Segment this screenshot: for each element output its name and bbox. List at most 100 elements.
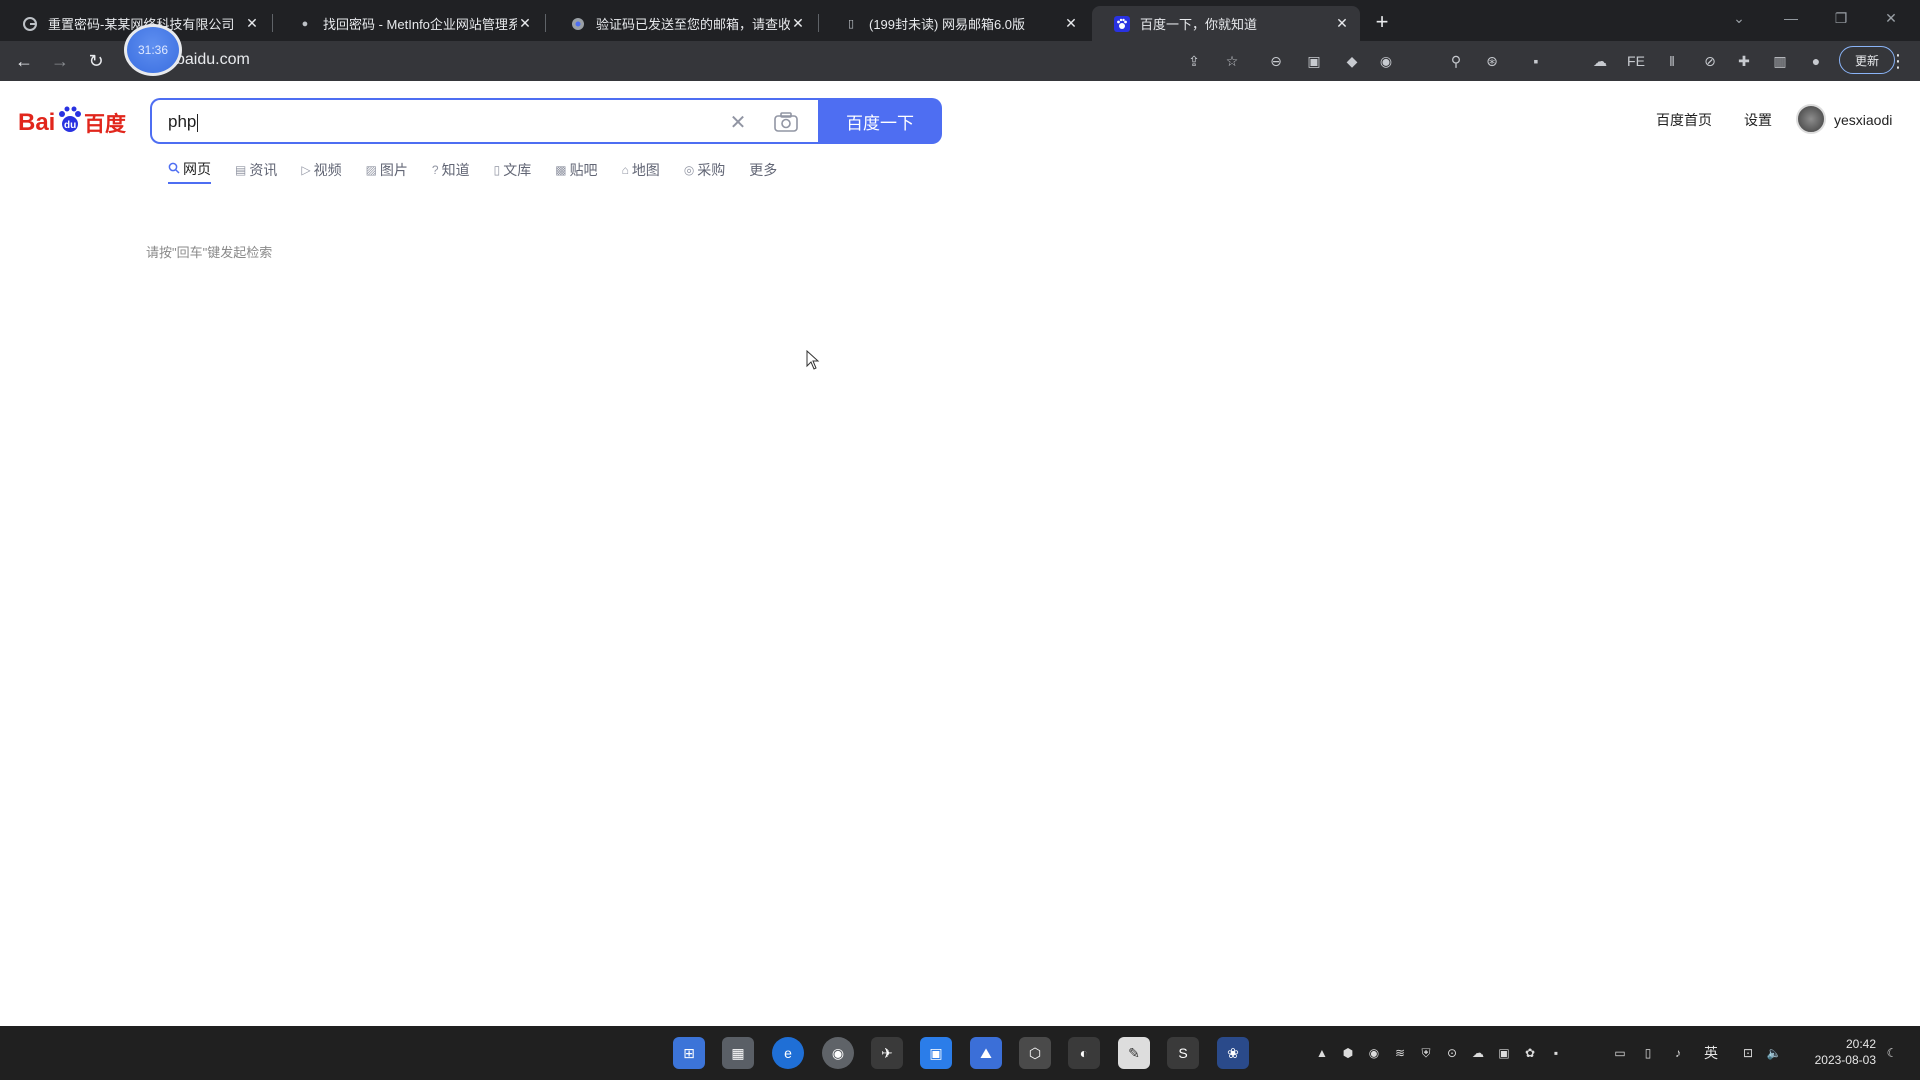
- ime-indicator[interactable]: 英: [1704, 1043, 1718, 1063]
- profile-icon[interactable]: ●: [1804, 49, 1828, 73]
- baidu-home-link[interactable]: 百度首页: [1656, 110, 1712, 130]
- close-tab-icon[interactable]: ✕: [790, 15, 806, 32]
- app-photos-icon[interactable]: ⛰: [970, 1037, 1002, 1069]
- back-button[interactable]: ←: [10, 47, 38, 75]
- chrome-browser-icon[interactable]: ◉: [822, 1037, 854, 1069]
- tray-blue-icon[interactable]: ▪: [1546, 1043, 1566, 1063]
- extension-link-icon[interactable]: ⊘: [1698, 49, 1722, 73]
- tab-tieba[interactable]: ▩ 贴吧: [555, 156, 597, 184]
- extension-globe-icon[interactable]: ⊛: [1480, 49, 1504, 73]
- notification-moon-icon[interactable]: ☾: [1882, 1043, 1902, 1063]
- browser-toolbar: ← → ↻ baidu.com ⇪ ☆ ⊖ ▣ ◆ ◉ ⚲ ⊛ ▪ ☁ FE ‖…: [0, 41, 1920, 81]
- tab-search-icon[interactable]: ⌄: [1716, 0, 1762, 36]
- extension-fe-icon[interactable]: FE: [1624, 49, 1648, 73]
- app-bird-icon[interactable]: ✈: [871, 1037, 903, 1069]
- tray-wechat-icon[interactable]: ✿: [1520, 1043, 1540, 1063]
- extensions-puzzle-icon[interactable]: ✚: [1732, 49, 1756, 73]
- tray-network-icon[interactable]: ≋: [1390, 1043, 1410, 1063]
- extension-location-icon[interactable]: ⚲: [1444, 49, 1468, 73]
- close-tab-icon[interactable]: ✕: [1334, 15, 1350, 32]
- video-icon: ▷: [301, 163, 311, 177]
- tray-usb-icon[interactable]: ▯: [1638, 1043, 1658, 1063]
- search-button[interactable]: 百度一下: [818, 98, 942, 144]
- extension-panda-icon[interactable]: ◉: [1374, 49, 1398, 73]
- app-sublime-icon[interactable]: S: [1167, 1037, 1199, 1069]
- tab-web[interactable]: 网页: [168, 156, 211, 184]
- app-browser-icon[interactable]: ❀: [1217, 1037, 1249, 1069]
- tab-label: 文库: [503, 162, 532, 178]
- system-clock[interactable]: 20:42 2023-08-03: [1792, 1036, 1876, 1068]
- minimize-button[interactable]: —: [1768, 0, 1814, 36]
- tray-cloud-icon[interactable]: ☁: [1468, 1043, 1488, 1063]
- tab-verification-code[interactable]: 验证码已发送至您的邮箱，请查收 ✕: [548, 6, 816, 41]
- network-icon[interactable]: ⊡: [1738, 1043, 1758, 1063]
- tab-purchase[interactable]: ◎ 采购: [684, 156, 725, 184]
- file-explorer-icon[interactable]: ▦: [722, 1037, 754, 1069]
- tieba-icon: ▩: [555, 163, 567, 177]
- tab-title: 找回密码 - MetInfo企业网站管理系统: [323, 17, 517, 32]
- app-notepad-icon[interactable]: ✎: [1118, 1037, 1150, 1069]
- reload-button[interactable]: ↻: [82, 47, 110, 75]
- svg-text:百度: 百度: [84, 112, 126, 136]
- tray-display-icon[interactable]: ▭: [1610, 1043, 1630, 1063]
- tray-capture-icon[interactable]: ⊙: [1442, 1043, 1462, 1063]
- recording-timer-badge: 31:36: [124, 24, 182, 76]
- side-panel-icon[interactable]: ▥: [1768, 49, 1792, 73]
- camera-icon[interactable]: [772, 110, 800, 134]
- tab-map[interactable]: ⌂ 地图: [622, 156, 660, 184]
- baidu-logo[interactable]: Bai du 百度: [18, 102, 134, 138]
- extension-translate-icon[interactable]: ◆: [1340, 49, 1364, 73]
- username[interactable]: yesxiaodi: [1834, 112, 1892, 128]
- tab-baidu[interactable]: 百度一下，你就知道 ✕: [1092, 6, 1360, 41]
- tray-phpstorm-icon[interactable]: ▣: [1494, 1043, 1514, 1063]
- edge-browser-icon[interactable]: e: [772, 1037, 804, 1069]
- app-phpstorm-icon[interactable]: ▣: [920, 1037, 952, 1069]
- tray-chrome-icon[interactable]: ◉: [1364, 1043, 1384, 1063]
- new-tab-button[interactable]: +: [1368, 8, 1396, 36]
- tray-shield-icon[interactable]: ⬢: [1338, 1043, 1358, 1063]
- tab-metinfo[interactable]: ● 找回密码 - MetInfo企业网站管理系统 ✕: [275, 6, 543, 41]
- image-icon: ▨: [365, 163, 377, 177]
- extension-dev-icon[interactable]: ☁: [1588, 49, 1612, 73]
- tab-label: 地图: [631, 162, 660, 178]
- tab-divider: [818, 14, 819, 32]
- app-settings-icon[interactable]: ⬡: [1019, 1037, 1051, 1069]
- map-icon: ⌂: [621, 163, 629, 177]
- restore-button[interactable]: ❐: [1818, 0, 1864, 36]
- start-menu-icon[interactable]: ⊞: [673, 1037, 705, 1069]
- tab-label: 贴吧: [569, 162, 598, 178]
- search-input[interactable]: php ✕: [150, 98, 818, 144]
- extension-qr-icon[interactable]: ▣: [1302, 49, 1326, 73]
- tray-app-icon[interactable]: ▲: [1312, 1043, 1332, 1063]
- tab-images[interactable]: ▨ 图片: [366, 156, 408, 184]
- close-tab-icon[interactable]: ✕: [517, 15, 533, 32]
- tab-more[interactable]: 更多: [749, 156, 777, 184]
- extension-block-icon[interactable]: ⊖: [1264, 49, 1288, 73]
- tab-news[interactable]: ▤ 资讯: [235, 156, 277, 184]
- share-icon[interactable]: ⇪: [1182, 49, 1206, 73]
- tray-security-icon[interactable]: ⛨: [1416, 1043, 1436, 1063]
- settings-link[interactable]: 设置: [1744, 110, 1772, 130]
- app-navicat-icon[interactable]: ◐: [1068, 1037, 1100, 1069]
- search-category-tabs: 网页 ▤ 资讯 ▷ 视频 ▨ 图片 ? 知道 ▯ 文库 ▩ 贴吧 ⌂ 地图 ◎ 采购 更多: [168, 156, 801, 186]
- clear-icon[interactable]: ✕: [726, 110, 750, 134]
- forward-button[interactable]: →: [46, 47, 74, 75]
- close-window-button[interactable]: ✕: [1868, 0, 1914, 36]
- tab-video[interactable]: ▷ 视频: [301, 156, 341, 184]
- search-query-text: php: [168, 112, 197, 131]
- close-tab-icon[interactable]: ✕: [1063, 15, 1079, 32]
- bookmark-star-icon[interactable]: ☆: [1220, 49, 1244, 73]
- extension-bars-icon[interactable]: ‖: [1660, 49, 1684, 73]
- menu-kebab-icon[interactable]: ⋮: [1886, 49, 1910, 73]
- avatar[interactable]: [1796, 104, 1826, 134]
- volume-icon[interactable]: 🔈: [1764, 1043, 1784, 1063]
- tab-netease-mail[interactable]: ▯ (199封未读) 网易邮箱6.0版 ✕: [821, 6, 1089, 41]
- extension-badge-icon[interactable]: ▪: [1524, 49, 1548, 73]
- address-bar[interactable]: baidu.com: [176, 51, 250, 69]
- tab-zhidao[interactable]: ? 知道: [432, 156, 470, 184]
- microphone-icon[interactable]: ♪: [1668, 1043, 1688, 1063]
- tab-wenku[interactable]: ▯ 文库: [494, 156, 532, 184]
- clock-time: 20:42: [1845, 1037, 1876, 1051]
- tab-label: 更多: [749, 162, 778, 178]
- close-tab-icon[interactable]: ✕: [244, 15, 260, 32]
